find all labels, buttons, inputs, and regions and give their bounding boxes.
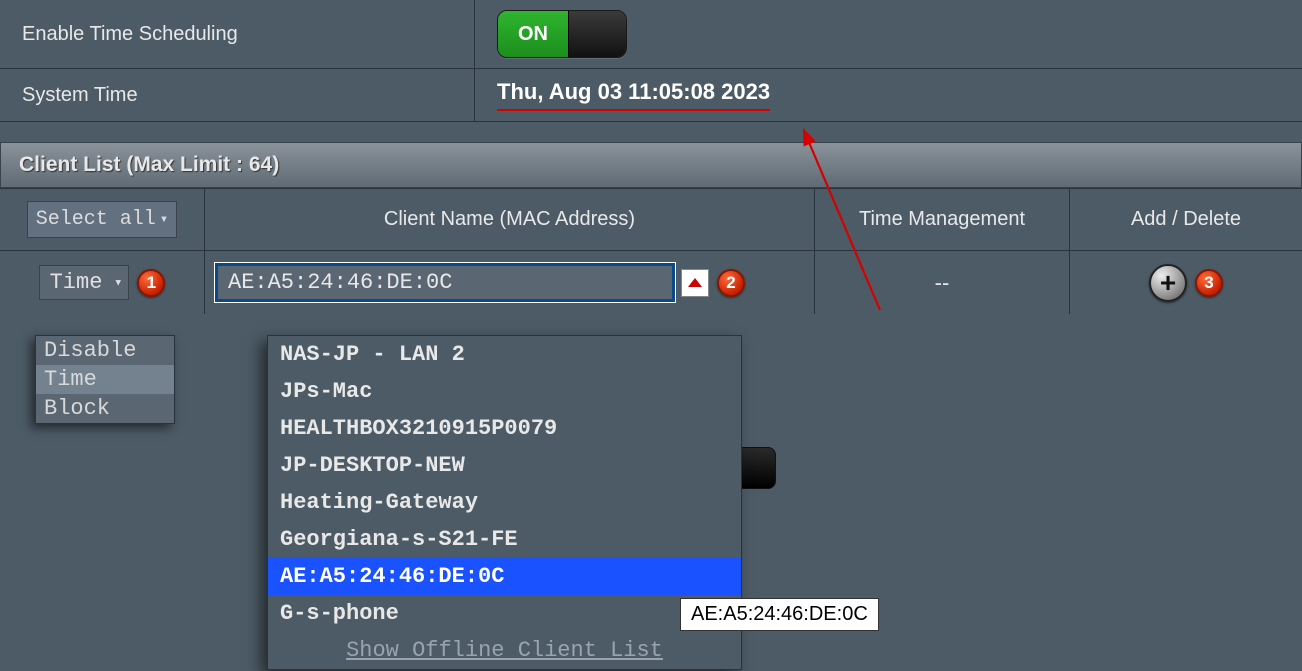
select-all-label: Select all	[36, 208, 156, 231]
enable-scheduling-label: Enable Time Scheduling	[0, 0, 475, 68]
annotation-marker-1: 1	[137, 269, 165, 297]
system-time-label: System Time	[0, 69, 475, 121]
client-dropdown[interactable]: NAS-JP - LAN 2 JPs-Mac HEALTHBOX3210915P…	[267, 335, 742, 670]
client-list-header: Client List (Max Limit : 64)	[0, 142, 1302, 188]
system-time-value-cell: Thu, Aug 03 11:05:08 2023	[475, 69, 1302, 121]
client-mac-input[interactable]	[215, 263, 675, 302]
client-option[interactable]: HEALTHBOX3210915P0079	[268, 410, 741, 447]
client-option[interactable]: NAS-JP - LAN 2	[268, 336, 741, 373]
client-option[interactable]: JPs-Mac	[268, 373, 741, 410]
mode-option-time[interactable]: Time	[36, 365, 174, 394]
time-management-value: --	[935, 270, 950, 296]
enable-scheduling-value-cell: ON	[475, 0, 1302, 68]
client-option[interactable]: Georgiana-s-S21-FE	[268, 521, 741, 558]
toggle-on-label: ON	[498, 11, 568, 57]
enable-scheduling-row: Enable Time Scheduling ON	[0, 0, 1302, 69]
system-time-row: System Time Thu, Aug 03 11:05:08 2023	[0, 69, 1302, 122]
table-row: Time ▾ 1 2 -- + 3	[0, 251, 1302, 314]
plus-icon: +	[1160, 267, 1176, 299]
mode-cell: Time ▾ 1	[0, 251, 205, 314]
client-option[interactable]: Heating-Gateway	[268, 484, 741, 521]
triangle-up-icon	[688, 278, 702, 287]
client-dropdown-toggle[interactable]	[681, 269, 709, 297]
toggle-knob	[568, 11, 626, 57]
add-delete-cell: + 3	[1070, 251, 1302, 314]
client-option[interactable]: G-s-phone	[268, 595, 741, 632]
add-button[interactable]: +	[1149, 264, 1187, 302]
col-add-delete: Add / Delete	[1070, 189, 1302, 250]
tooltip: AE:A5:24:46:DE:0C	[680, 598, 879, 631]
enable-scheduling-toggle[interactable]: ON	[497, 10, 627, 58]
table-header: Select all ▾ Client Name (MAC Address) T…	[0, 188, 1302, 251]
mode-option-disable[interactable]: Disable	[36, 336, 174, 365]
col-client-name: Client Name (MAC Address)	[205, 189, 815, 250]
mode-dropdown[interactable]: Disable Time Block	[35, 335, 175, 424]
time-management-cell: --	[815, 251, 1070, 314]
annotation-marker-2: 2	[717, 269, 745, 297]
chevron-down-icon: ▾	[160, 211, 168, 228]
chevron-down-icon: ▾	[114, 274, 122, 291]
show-offline-link[interactable]: Show Offline Client List	[268, 632, 741, 669]
col-time-management: Time Management	[815, 189, 1070, 250]
client-option[interactable]: JP-DESKTOP-NEW	[268, 447, 741, 484]
mode-option-block[interactable]: Block	[36, 394, 174, 423]
select-all-button[interactable]: Select all ▾	[27, 201, 177, 238]
col-select-all: Select all ▾	[0, 189, 205, 250]
client-cell: 2	[205, 251, 815, 314]
mode-select-value: Time	[50, 270, 103, 295]
client-option-selected[interactable]: AE:A5:24:46:DE:0C	[268, 558, 741, 595]
system-time-value: Thu, Aug 03 11:05:08 2023	[497, 79, 770, 111]
annotation-marker-3: 3	[1195, 269, 1223, 297]
mode-select[interactable]: Time ▾	[39, 265, 130, 300]
